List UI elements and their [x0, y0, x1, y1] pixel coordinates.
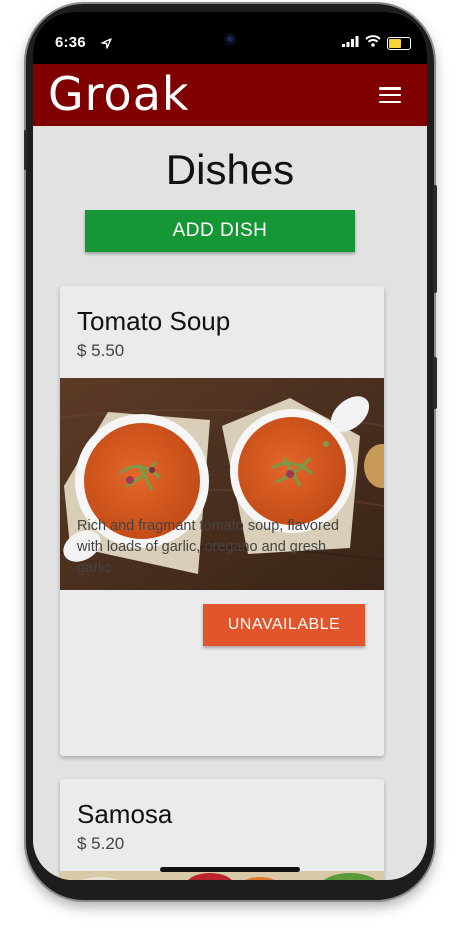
home-indicator[interactable]: [160, 867, 300, 872]
signal-icon: [342, 34, 359, 52]
app-logo[interactable]: Groak: [48, 66, 190, 122]
side-button: [433, 357, 437, 409]
status-bar: 6:36: [33, 12, 427, 64]
dish-price: $ 5.20: [77, 834, 125, 853]
main-content: Dishes ADD DISH Tomato Soup $ 5.50 Rich …: [33, 126, 427, 880]
status-icons: [342, 34, 411, 52]
dish-price: $ 5.50: [77, 341, 125, 360]
app-header: Groak: [33, 64, 427, 126]
page-title: Dishes: [165, 146, 295, 193]
dish-card: Tomato Soup $ 5.50 Rich and fragmant tom…: [60, 286, 384, 756]
unavailable-button[interactable]: UNAVAILABLE: [203, 604, 365, 646]
dish-image: [60, 871, 384, 880]
location-arrow-icon: [101, 36, 112, 54]
side-button: [433, 185, 437, 293]
dish-card: Samosa $ 5.20: [60, 779, 384, 880]
volume-button: [24, 130, 27, 170]
dish-name: Tomato Soup: [77, 306, 231, 336]
app-screen: 6:36 Groak Dishes ADD DISH Tomato Soup $…: [33, 12, 427, 880]
dish-description: Rich and fragmant tomato soup, flavored …: [77, 518, 339, 576]
status-time: 6:36: [55, 34, 86, 51]
battery-icon: [387, 36, 411, 50]
dish-name: Samosa: [77, 799, 173, 829]
hamburger-menu-icon[interactable]: [379, 87, 401, 103]
wifi-icon: [365, 34, 381, 52]
front-camera: [224, 33, 236, 45]
add-dish-button[interactable]: ADD DISH: [85, 210, 355, 252]
